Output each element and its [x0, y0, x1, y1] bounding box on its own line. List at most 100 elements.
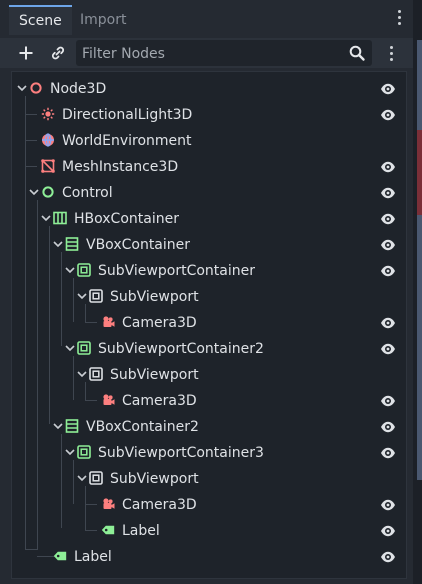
node3d-circle-icon — [30, 82, 42, 94]
eye-visibility-icon[interactable] — [380, 186, 396, 200]
subviewport-icon — [89, 367, 103, 381]
world-environment-icon — [42, 133, 54, 147]
node-name: SubViewport — [110, 289, 199, 305]
tree-row[interactable]: Label — [12, 518, 406, 544]
viewport-preview-edge — [417, 130, 422, 215]
node-name: Node3D — [50, 81, 107, 97]
tree-row[interactable]: SubViewportContainer — [12, 258, 406, 284]
eye-visibility-icon[interactable] — [380, 420, 396, 434]
tree-row[interactable]: HBoxContainer — [12, 206, 406, 232]
tree-row[interactable]: SubViewport — [12, 466, 406, 492]
node-name: Label — [74, 549, 112, 565]
hbox-container-icon — [53, 211, 67, 225]
tree-row[interactable]: DirectionalLight3D — [12, 102, 406, 128]
eye-visibility-icon[interactable] — [380, 316, 396, 330]
node-name: Control — [62, 185, 113, 201]
eye-visibility-icon[interactable] — [380, 82, 396, 96]
eye-visibility-icon[interactable] — [380, 160, 396, 174]
tree-row[interactable]: Camera3D — [12, 310, 406, 336]
tree-row[interactable]: Label — [12, 544, 406, 570]
node-name: HBoxContainer — [74, 211, 179, 227]
eye-visibility-icon[interactable] — [380, 212, 396, 226]
chevron-down-icon[interactable] — [63, 445, 77, 459]
node-name: Camera3D — [122, 497, 197, 513]
plus-icon — [19, 46, 33, 60]
subviewport-container-icon — [77, 341, 91, 355]
node-name: SubViewportContainer — [98, 263, 255, 279]
tab-scene[interactable]: Scene — [9, 5, 72, 35]
chevron-down-icon[interactable] — [75, 367, 89, 381]
tree-row[interactable]: Camera3D — [12, 492, 406, 518]
scene-dock: Scene Import Filter Nodes Node3D Directi… — [0, 0, 413, 584]
dock-tab-bar: Scene Import — [0, 0, 413, 38]
vbox-container-icon — [65, 237, 79, 251]
link-icon — [51, 46, 65, 60]
eye-visibility-icon[interactable] — [380, 550, 396, 564]
eye-visibility-icon[interactable] — [380, 108, 396, 122]
tab-import[interactable]: Import — [70, 6, 136, 34]
tree-row[interactable]: MeshInstance3D — [12, 154, 406, 180]
viewport-edge-strip — [413, 0, 422, 584]
instance-scene-button[interactable] — [45, 40, 71, 66]
label-icon — [101, 525, 115, 535]
dock-menu-button[interactable] — [392, 10, 406, 30]
node-name: WorldEnvironment — [62, 133, 192, 149]
chevron-down-icon[interactable] — [63, 263, 77, 277]
eye-visibility-icon[interactable] — [380, 394, 396, 408]
label-icon — [53, 551, 67, 561]
control-circle-icon — [42, 186, 54, 198]
eye-visibility-icon[interactable] — [380, 446, 396, 460]
scene-options-button[interactable] — [378, 40, 404, 66]
add-node-button[interactable] — [13, 40, 39, 66]
node-name: Camera3D — [122, 393, 197, 409]
node-name: Camera3D — [122, 315, 197, 331]
kebab-menu-icon — [392, 10, 406, 25]
tree-row[interactable]: WorldEnvironment — [12, 128, 406, 154]
subviewport-container-icon — [77, 263, 91, 277]
eye-visibility-icon[interactable] — [380, 498, 396, 512]
filter-nodes-field[interactable] — [76, 40, 372, 68]
scene-tree[interactable]: Node3D DirectionalLight3D WorldEnvironme… — [11, 71, 407, 579]
tree-row[interactable]: VBoxContainer2 — [12, 414, 406, 440]
tree-row[interactable]: SubViewport — [12, 362, 406, 388]
tree-row[interactable]: SubViewportContainer3 — [12, 440, 406, 466]
filter-nodes-input[interactable] — [76, 40, 354, 68]
chevron-down-icon[interactable] — [63, 341, 77, 355]
tree-row[interactable]: SubViewport — [12, 284, 406, 310]
chevron-down-icon[interactable] — [75, 471, 89, 485]
node-name: SubViewportContainer3 — [98, 445, 264, 461]
subviewport-container-icon — [77, 445, 91, 459]
camera-icon — [103, 498, 115, 509]
chevron-down-icon[interactable] — [51, 419, 65, 433]
chevron-down-icon[interactable] — [27, 185, 41, 199]
camera-icon — [103, 316, 115, 327]
camera-icon — [103, 394, 115, 405]
eye-visibility-icon[interactable] — [380, 264, 396, 278]
kebab-menu-icon — [384, 45, 398, 61]
tree-row[interactable]: VBoxContainer — [12, 232, 406, 258]
search-icon — [349, 45, 365, 61]
eye-visibility-icon[interactable] — [380, 524, 396, 538]
scene-toolbar — [0, 38, 413, 68]
eye-visibility-icon[interactable] — [380, 342, 396, 356]
directional-light-icon — [41, 107, 55, 121]
tree-row[interactable]: Camera3D — [12, 388, 406, 414]
node-name: VBoxContainer — [86, 237, 191, 253]
node-name: SubViewport — [110, 471, 199, 487]
chevron-down-icon[interactable] — [15, 81, 29, 95]
node-name: SubViewportContainer2 — [98, 341, 264, 357]
node-name: DirectionalLight3D — [62, 107, 193, 123]
node-name: MeshInstance3D — [62, 159, 179, 175]
eye-visibility-icon[interactable] — [380, 238, 396, 252]
chevron-down-icon[interactable] — [39, 211, 53, 225]
subviewport-icon — [89, 471, 103, 485]
tree-row[interactable]: SubViewportContainer2 — [12, 336, 406, 362]
viewport-preview-edge — [417, 40, 422, 480]
chevron-down-icon[interactable] — [75, 289, 89, 303]
tree-row[interactable]: Node3D — [12, 76, 406, 102]
mesh-instance-icon — [41, 159, 55, 173]
node-name: VBoxContainer2 — [86, 419, 199, 435]
chevron-down-icon[interactable] — [51, 237, 65, 251]
tree-row[interactable]: Control — [12, 180, 406, 206]
node-name: SubViewport — [110, 367, 199, 383]
